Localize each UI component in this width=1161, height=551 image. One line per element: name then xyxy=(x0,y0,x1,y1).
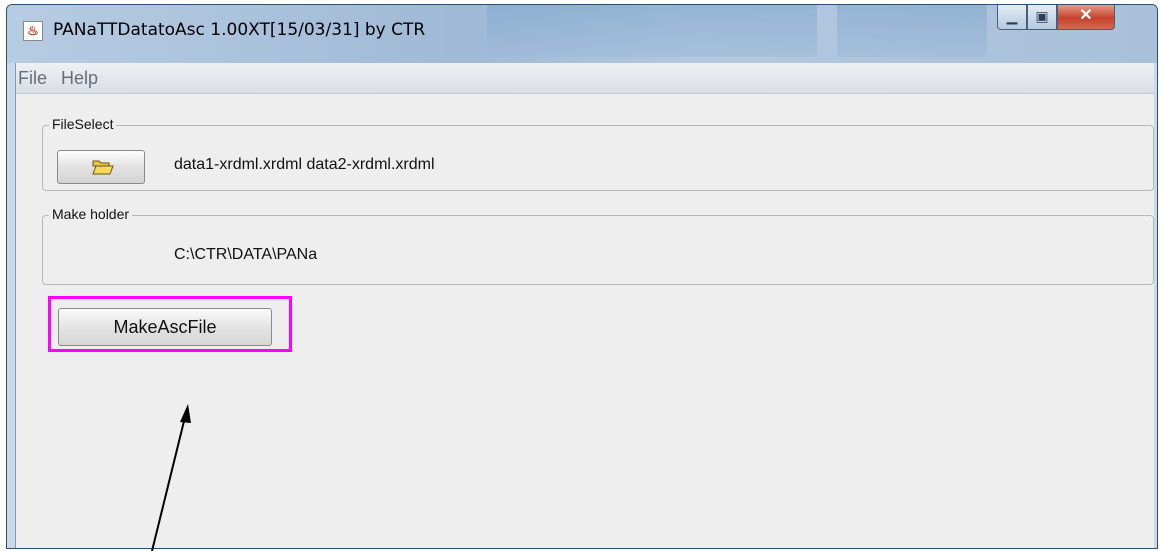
annotation-arrow xyxy=(151,404,191,551)
